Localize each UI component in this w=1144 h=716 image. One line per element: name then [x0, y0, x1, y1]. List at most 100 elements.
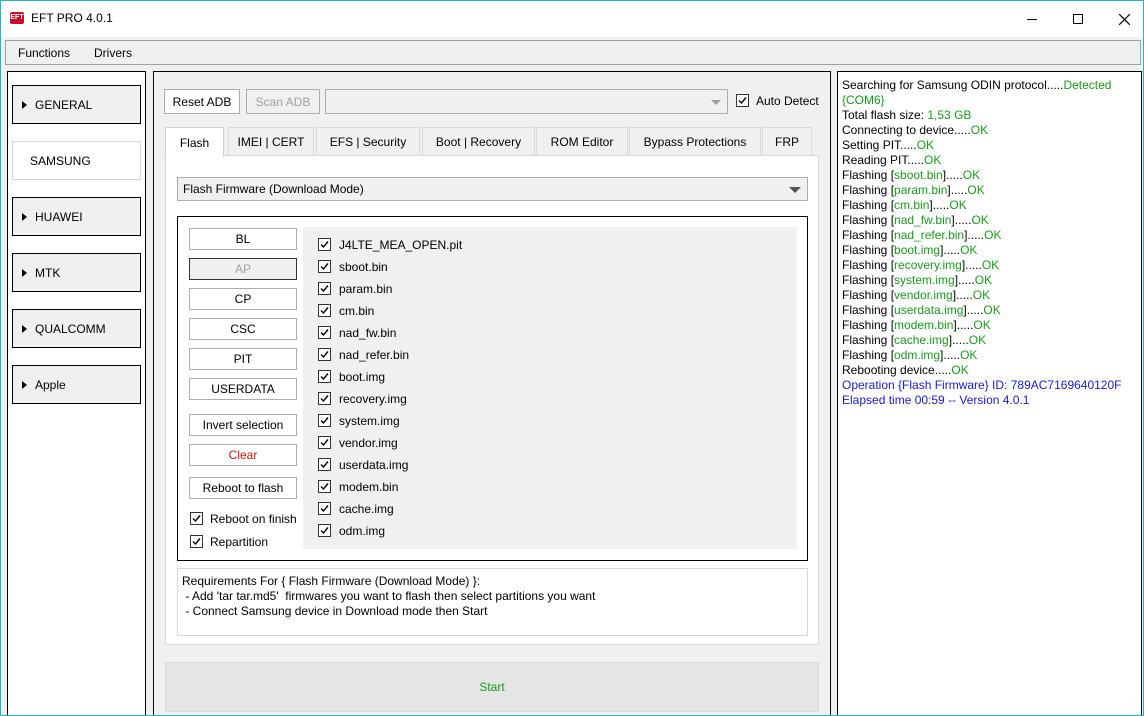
- checkmark-icon: [320, 417, 329, 425]
- partition-checkbox[interactable]: [318, 348, 331, 361]
- sidebar-item-label: HUAWEI: [35, 209, 83, 224]
- chevron-down-icon: [789, 187, 801, 193]
- partition-checkbox[interactable]: [318, 502, 331, 515]
- log-segment: OK: [962, 168, 981, 182]
- log-line: Flashing [system.img].....OK: [842, 273, 1141, 288]
- sidebar-item-qualcomm[interactable]: QUALCOMM: [12, 309, 141, 348]
- bl-button[interactable]: BL: [189, 228, 297, 250]
- reset-adb-button[interactable]: Reset ADB: [164, 89, 240, 114]
- pit-button[interactable]: PIT: [189, 348, 297, 370]
- sidebar-item-mtk[interactable]: MTK: [12, 253, 141, 292]
- log-segment: Flashing [: [842, 273, 895, 287]
- partition-file-name: modem.bin: [339, 480, 399, 494]
- partition-checkbox[interactable]: [318, 326, 331, 339]
- checkmark-icon: [320, 373, 329, 381]
- log-segment: ].....: [940, 243, 961, 257]
- requirements-box: Requirements For { Flash Firmware (Downl…: [177, 568, 808, 636]
- log-segment: Flashing [: [842, 243, 895, 257]
- partition-file-name: userdata.img: [339, 458, 409, 472]
- minimize-icon: [1027, 18, 1037, 20]
- log-segment: OK: [916, 138, 935, 152]
- operation-log: Searching for Samsung ODIN protocol.....…: [837, 71, 1142, 715]
- log-line: Connecting to device.....OK: [842, 123, 1141, 138]
- log-line: Reading PIT.....OK: [842, 153, 1141, 168]
- partition-file-list: J4LTE_MEA_OPEN.pit sboot.bin param.bin cm.b…: [303, 227, 797, 549]
- maximize-button[interactable]: [1055, 1, 1101, 37]
- log-line: Flashing [modem.bin].....OK: [842, 318, 1141, 333]
- brand-sidebar: GENERAL SAMSUNG HUAWEI MTK QUALCOMM Appl…: [7, 71, 146, 715]
- log-segment: OK: [974, 273, 993, 287]
- window-title: EFT PRO 4.0.1: [31, 11, 113, 25]
- sidebar-item-samsung[interactable]: SAMSUNG: [12, 141, 141, 180]
- checkmark-icon: [320, 241, 329, 249]
- log-segment: OK: [960, 243, 978, 257]
- log-segment: Flashing [: [842, 303, 895, 317]
- reboot-on-finish-checkbox[interactable]: [190, 512, 203, 525]
- close-button[interactable]: [1101, 1, 1143, 37]
- log-segment: Flashing [: [842, 228, 895, 242]
- clear-button[interactable]: Clear: [189, 444, 297, 466]
- cp-button[interactable]: CP: [189, 288, 297, 310]
- partition-file-name: param.bin: [339, 282, 393, 296]
- start-button[interactable]: Start: [165, 662, 819, 712]
- log-segment: userdata.img: [894, 303, 964, 317]
- log-segment: Flashing [: [842, 183, 895, 197]
- log-line: Flashing [recovery.img].....OK: [842, 258, 1141, 273]
- partition-checkbox[interactable]: [318, 414, 331, 427]
- auto-detect-checkbox[interactable]: [736, 94, 749, 107]
- sidebar-item-general[interactable]: GENERAL: [12, 85, 141, 124]
- log-line: Flashing [cache.img].....OK: [842, 333, 1141, 348]
- flash-mode-select[interactable]: Flash Firmware (Download Mode): [177, 177, 808, 201]
- partition-checkbox[interactable]: [318, 260, 331, 273]
- chevron-down-icon: [711, 100, 721, 105]
- tab-bypass-protections[interactable]: Bypass Protections: [629, 127, 761, 155]
- checkmark-icon: [320, 285, 329, 293]
- sidebar-item-huawei[interactable]: HUAWEI: [12, 197, 141, 236]
- minimize-button[interactable]: [1009, 1, 1055, 37]
- log-segment: nad_fw.bin: [894, 213, 952, 227]
- log-segment: OK: [984, 228, 1002, 242]
- sidebar-item-label: QUALCOMM: [35, 321, 106, 336]
- invert-selection-button[interactable]: Invert selection: [189, 414, 297, 436]
- partition-file-name: vendor.img: [339, 436, 398, 450]
- tab-frp[interactable]: FRP: [762, 127, 812, 155]
- partition-checkbox[interactable]: [318, 458, 331, 471]
- ap-button[interactable]: AP: [189, 258, 297, 280]
- repartition-checkbox[interactable]: [190, 535, 203, 548]
- sidebar-item-apple[interactable]: Apple: [12, 365, 141, 404]
- reboot-to-flash-button[interactable]: Reboot to flash: [189, 477, 297, 499]
- auto-detect-label: Auto Detect: [756, 94, 819, 108]
- log-line: Flashing [nad_fw.bin].....OK: [842, 213, 1141, 228]
- log-segment: OK: [967, 183, 985, 197]
- log-line: Flashing [nad_refer.bin].....OK: [842, 228, 1141, 243]
- tab-imei-cert[interactable]: IMEI | CERT: [228, 127, 314, 155]
- partition-checkbox[interactable]: [318, 392, 331, 405]
- partition-checkbox[interactable]: [318, 524, 331, 537]
- log-segment: Flashing [: [842, 348, 895, 362]
- menu-functions[interactable]: Functions: [18, 46, 70, 60]
- partition-checkbox[interactable]: [318, 282, 331, 295]
- expand-arrow-icon: [22, 324, 27, 333]
- log-segment: Elapsed time 00:59 -- Version 4.0.1: [842, 393, 1030, 407]
- menu-drivers[interactable]: Drivers: [94, 46, 132, 60]
- partition-checkbox[interactable]: [318, 436, 331, 449]
- tab-flash[interactable]: Flash: [165, 127, 224, 157]
- tab-boot-recovery[interactable]: Boot | Recovery: [422, 127, 535, 155]
- scan-adb-button[interactable]: Scan ADB: [246, 89, 320, 114]
- adb-device-select[interactable]: [325, 89, 728, 114]
- expand-arrow-icon: [22, 100, 27, 109]
- partition-checkbox[interactable]: [318, 304, 331, 317]
- partition-checkbox[interactable]: [318, 370, 331, 383]
- maximize-icon: [1073, 14, 1083, 24]
- log-line: Flashing [param.bin].....OK: [842, 183, 1141, 198]
- partition-checkbox[interactable]: [318, 238, 331, 251]
- userdata-button[interactable]: USERDATA: [189, 378, 297, 400]
- tab-rom-editor[interactable]: ROM Editor: [536, 127, 628, 155]
- log-line: {COM6}: [842, 93, 1141, 108]
- partition-checkbox[interactable]: [318, 480, 331, 493]
- tab-efs-security[interactable]: EFS | Security: [316, 127, 420, 155]
- app-window: EFT EFT PRO 4.0.1 Functions Drivers GENE…: [0, 0, 1144, 716]
- log-segment: ].....: [952, 288, 973, 302]
- csc-button[interactable]: CSC: [189, 318, 297, 340]
- log-line: Rebooting device.....OK: [842, 363, 1141, 378]
